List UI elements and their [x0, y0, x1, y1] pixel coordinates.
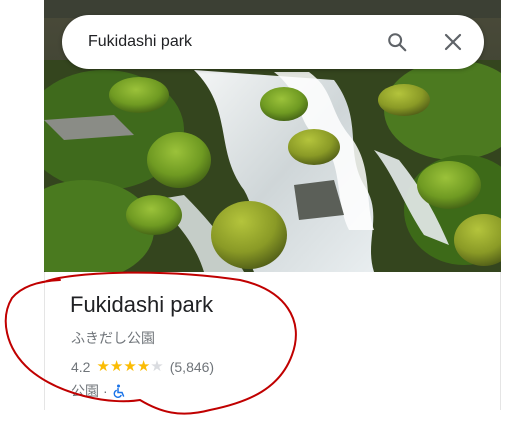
- place-subtitle: ふきだし公園: [71, 330, 155, 346]
- close-icon: [444, 33, 462, 51]
- separator: ·: [103, 383, 108, 399]
- rating-row[interactable]: 4.2 ★ ★ ★ ★ ★ (5,846): [71, 359, 214, 375]
- category-row: 公園 ·: [71, 381, 125, 401]
- search-icon: [388, 33, 407, 52]
- review-count-link[interactable]: (5,846): [170, 359, 214, 375]
- rating-stars: ★ ★ ★ ★ ★: [96, 358, 164, 375]
- place-title: Fukidashi park: [70, 292, 214, 317]
- star-icon: ★: [109, 358, 124, 375]
- search-bar[interactable]: Fukidashi park: [62, 15, 484, 69]
- left-margin: [0, 0, 44, 428]
- place-category: 公園: [71, 383, 99, 399]
- star-empty-icon: ★: [150, 358, 164, 375]
- star-icon: ★: [123, 358, 137, 375]
- star-icon: ★: [96, 358, 110, 375]
- search-button[interactable]: [382, 27, 412, 57]
- page: Fukidashi park Fukidashi park ふきだし公園 4.2…: [0, 0, 505, 428]
- rating-value: 4.2: [71, 359, 91, 375]
- star-icon: ★: [136, 358, 151, 375]
- search-input[interactable]: Fukidashi park: [88, 33, 382, 51]
- wheelchair-accessible-icon: [113, 384, 124, 398]
- clear-search-button[interactable]: [438, 27, 468, 57]
- place-info-panel: Fukidashi park ふきだし公園 4.2 ★ ★ ★ ★ ★ (5,8…: [44, 272, 501, 410]
